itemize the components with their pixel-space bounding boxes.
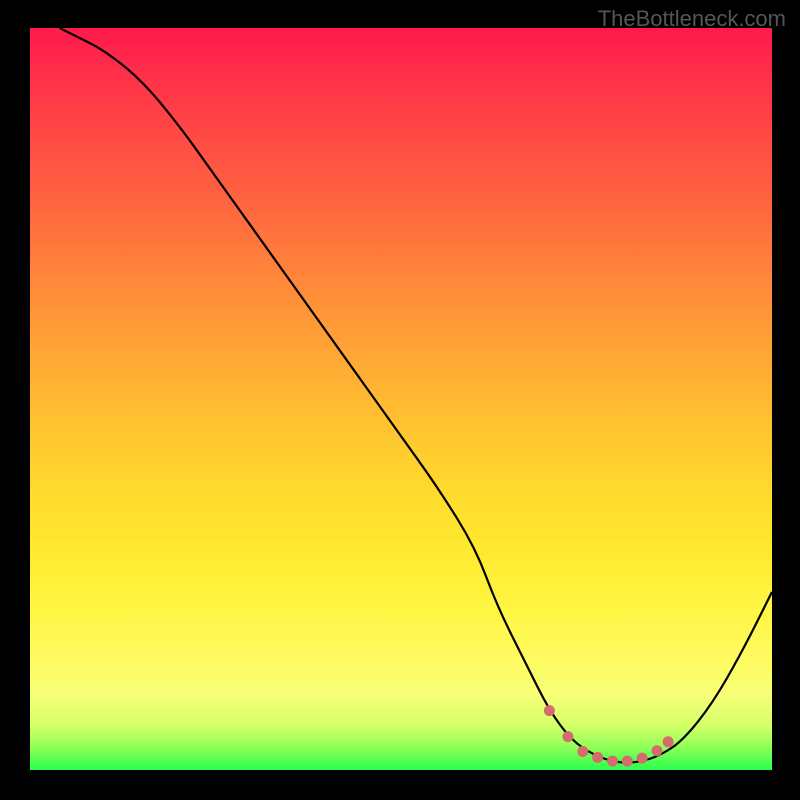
- chart-svg: [30, 28, 772, 770]
- highlight-dot: [607, 756, 618, 767]
- watermark-text: TheBottleneck.com: [598, 6, 786, 32]
- highlight-dot: [663, 736, 674, 747]
- highlight-dot: [592, 752, 603, 763]
- highlight-dot: [651, 745, 662, 756]
- highlight-dot: [622, 756, 633, 767]
- highlight-dot: [577, 746, 588, 757]
- highlight-dot: [562, 731, 573, 742]
- bottleneck-curve-path: [60, 28, 772, 763]
- highlight-dot: [544, 705, 555, 716]
- plot-area: [30, 28, 772, 770]
- highlight-dot: [637, 753, 648, 764]
